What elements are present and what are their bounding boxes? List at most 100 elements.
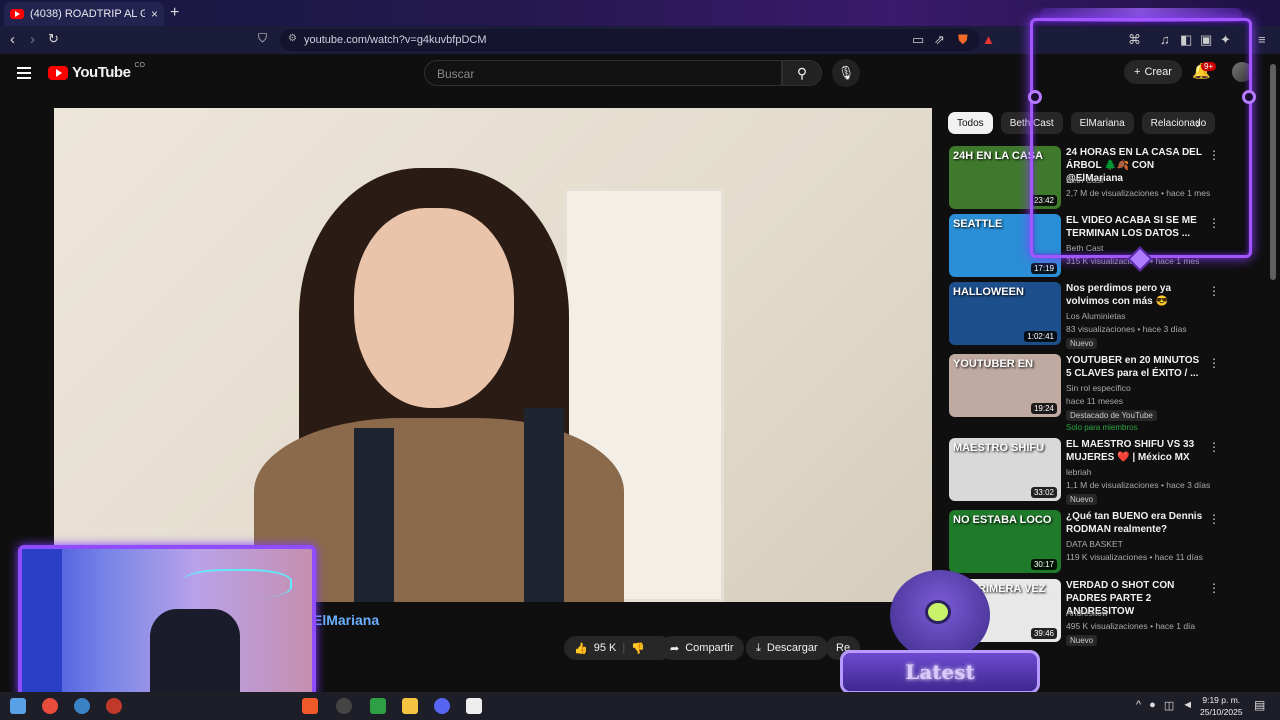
video-player[interactable] xyxy=(54,108,932,602)
like-count[interactable]: 95 K xyxy=(594,642,617,654)
search-input[interactable]: Buscar xyxy=(424,60,782,86)
system-tray: ^ ● ◫ ◄ xyxy=(1136,699,1193,712)
channel-name[interactable]: Beth Cast xyxy=(1066,243,1103,253)
chip-todos[interactable]: Todos xyxy=(948,112,993,134)
recommendation-item[interactable]: 24H EN LA CASA 23:42 24 HORAS EN LA CASA D… xyxy=(949,146,1239,210)
file-explorer-icon[interactable] xyxy=(402,698,418,714)
chevron-up-icon[interactable]: ^ xyxy=(1136,699,1141,712)
taskbar-app-icon[interactable] xyxy=(42,698,58,714)
xbox-taskbar-icon[interactable] xyxy=(370,698,386,714)
discord-taskbar-icon[interactable] xyxy=(434,698,450,714)
video-meta: 2,7 M de visualizaciones • hace 1 mes xyxy=(1066,188,1211,198)
video-thumbnail[interactable]: MAESTRO SHIFU 33:02 xyxy=(949,438,1061,501)
brave-taskbar-icon[interactable] xyxy=(302,698,318,714)
taskbar-app-icon[interactable] xyxy=(106,698,122,714)
video-frame-strap xyxy=(524,408,564,602)
more-options-icon[interactable]: ⋮ xyxy=(1208,148,1220,162)
latest-mascot-overlay: Latest xyxy=(840,570,1040,700)
volume-icon[interactable]: ◄ xyxy=(1182,699,1193,712)
clock[interactable]: 9:19 p. m. 25/10/2025 xyxy=(1200,694,1243,718)
forward-icon[interactable]: › xyxy=(30,31,35,48)
chevron-right-icon[interactable]: › xyxy=(1196,115,1201,131)
share-page-icon[interactable]: ⇗ xyxy=(934,32,945,48)
like-icon[interactable]: 👍 xyxy=(574,642,588,655)
video-title[interactable]: ¿Qué tan BUENO era Dennis RODMAN realmen… xyxy=(1066,510,1206,536)
divider: | xyxy=(622,642,626,654)
recommendation-item[interactable]: MAESTRO SHIFU 33:02 EL MAESTRO SHIFU VS 33… xyxy=(949,438,1239,505)
filter-chips: Todos Beth Cast ElMariana Relacionado xyxy=(948,112,1218,134)
more-options-icon[interactable]: ⋮ xyxy=(1208,216,1220,230)
video-frame-face xyxy=(354,208,514,408)
sidebar-icon[interactable]: ◧ xyxy=(1180,32,1192,48)
voice-search-button[interactable]: 🎙 xyxy=(832,59,860,87)
microphone-tray-icon[interactable]: ● xyxy=(1149,699,1156,712)
video-thumbnail[interactable]: NO ESTABA LOCO 30:17 xyxy=(949,510,1061,573)
channel-name[interactable]: ElMariana xyxy=(313,612,379,628)
obs-taskbar-icon[interactable] xyxy=(336,698,352,714)
chip-elmariana[interactable]: ElMariana xyxy=(1070,112,1134,134)
more-options-icon[interactable]: ⋮ xyxy=(1208,284,1220,298)
create-button[interactable]: + Crear xyxy=(1124,60,1182,84)
video-title[interactable]: YOUTUBER en 20 MINUTOS 5 CLAVES para el … xyxy=(1066,354,1206,380)
video-thumbnail[interactable]: 24H EN LA CASA 23:42 xyxy=(949,146,1061,209)
download-button[interactable]: ⤓ Descargar xyxy=(746,636,828,660)
taskbar-app-icon[interactable] xyxy=(74,698,90,714)
chip-beth-cast[interactable]: Beth Cast xyxy=(1000,112,1063,134)
video-title[interactable]: Nos perdimos pero ya volvimos con más 😎 xyxy=(1066,282,1206,308)
channel-name[interactable]: Sin rol específico xyxy=(1066,383,1131,393)
recommendation-item[interactable]: SEATTLE 17:19 EL VIDEO ACABA SI SE ME TERM… xyxy=(949,214,1239,278)
url-field[interactable]: ⚙ youtube.com/watch?v=g4kuvbfpDCM xyxy=(280,29,980,51)
hamburger-menu-icon[interactable] xyxy=(17,67,31,79)
video-duration: 17:19 xyxy=(1030,263,1057,274)
rewards-icon[interactable]: ▲ xyxy=(982,32,995,47)
channel-name[interactable]: DATA BASKET xyxy=(1066,539,1123,549)
reload-icon[interactable]: ↻ xyxy=(48,31,59,47)
thumbnail-text: 24H EN LA CASA xyxy=(953,150,1044,162)
share-icon: ➦ xyxy=(670,642,680,655)
music-icon[interactable]: ♫ xyxy=(1160,32,1170,47)
video-thumbnail[interactable]: YOUTUBER EN 19:24 xyxy=(949,354,1061,417)
more-options-icon[interactable]: ⋮ xyxy=(1208,356,1220,370)
bookmark-icon[interactable]: ⛉ xyxy=(258,31,267,46)
close-tab-icon[interactable]: × xyxy=(151,7,158,21)
channel-name[interactable]: Los Aluminietas xyxy=(1066,311,1126,321)
brave-shield-icon[interactable]: ⛊ xyxy=(958,32,968,48)
thumbnail-text: SEATTLE xyxy=(953,218,1003,230)
recommendation-item[interactable]: YOUTUBER EN 19:24 YOUTUBER en 20 MINUTOS 5… xyxy=(949,354,1239,432)
avatar[interactable] xyxy=(1232,62,1252,82)
share-button[interactable]: ➦ Compartir xyxy=(660,636,744,660)
recommendation-item[interactable]: HALLOWEEN 1:02:41 Nos perdimos pero ya vol… xyxy=(949,282,1239,349)
new-tab-button[interactable]: + xyxy=(170,4,179,22)
site-info-icon[interactable]: ⚙ xyxy=(288,33,297,44)
dislike-icon[interactable]: 👎 xyxy=(631,642,645,655)
menu-icon[interactable]: ≡ xyxy=(1258,32,1266,47)
media-icon[interactable]: ⌘ xyxy=(1128,32,1141,48)
video-thumbnail[interactable]: SEATTLE 17:19 xyxy=(949,214,1061,277)
channel-name[interactable]: Andresitow xyxy=(1066,608,1108,618)
notification-center-icon[interactable]: ▤ xyxy=(1254,698,1265,712)
network-icon[interactable]: ◫ xyxy=(1164,699,1174,712)
more-options-icon[interactable]: ⋮ xyxy=(1208,440,1220,454)
youtube-logo[interactable]: YouTube CO xyxy=(48,62,145,81)
capcut-taskbar-icon[interactable] xyxy=(466,698,482,714)
scrollbar[interactable] xyxy=(1270,64,1276,280)
video-title[interactable]: EL MAESTRO SHIFU VS 33 MUJERES ❤️ | Méxi… xyxy=(1066,438,1206,464)
search-placeholder: Buscar xyxy=(437,67,475,81)
search-button[interactable]: ⚲ xyxy=(782,60,822,86)
leo-ai-icon[interactable]: ✦ xyxy=(1220,32,1231,48)
video-thumbnail[interactable]: HALLOWEEN 1:02:41 xyxy=(949,282,1061,345)
start-icon[interactable] xyxy=(10,698,26,714)
video-duration: 33:02 xyxy=(1030,487,1057,498)
video-title[interactable]: EL VIDEO ACABA SI SE ME TERMINAN LOS DAT… xyxy=(1066,214,1206,240)
more-options-icon[interactable]: ⋮ xyxy=(1208,512,1220,526)
channel-name[interactable]: lebriah xyxy=(1066,467,1092,477)
browser-tab[interactable]: (4038) ROADTRIP AL GRAN C × xyxy=(4,2,164,26)
channel-name[interactable]: Beth Cast xyxy=(1066,175,1103,185)
youtube-play-icon xyxy=(48,65,68,80)
more-options-icon[interactable]: ⋮ xyxy=(1208,581,1220,595)
recommendation-item[interactable]: NO ESTABA LOCO 30:17 ¿Qué tan BUENO era De… xyxy=(949,510,1239,574)
chip-relacionado[interactable]: Relacionado xyxy=(1141,112,1216,134)
wallet-icon[interactable]: ▣ xyxy=(1200,32,1212,48)
back-icon[interactable]: ‹ xyxy=(10,31,15,48)
cast-icon[interactable]: ▭ xyxy=(912,32,924,48)
